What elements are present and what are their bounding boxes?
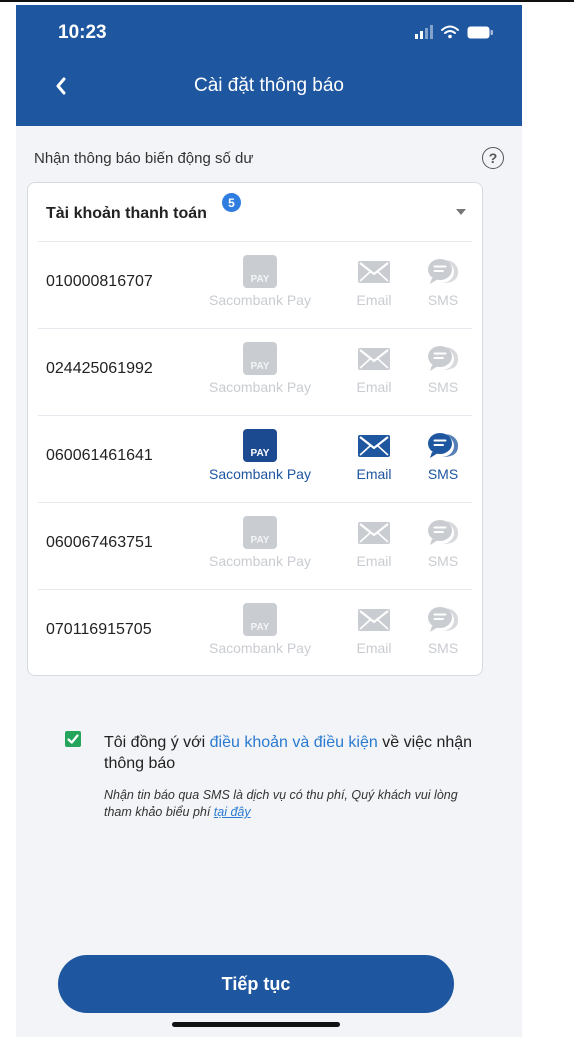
email-label: Email	[356, 292, 392, 308]
balance-notice-label: Nhận thông báo biến động số dư	[34, 149, 254, 167]
account-number: 060067463751	[46, 534, 153, 551]
sms-label: SMS	[427, 640, 459, 656]
caret-down-icon	[456, 209, 466, 215]
email-label: Email	[356, 466, 392, 482]
consent-text: Tôi đồng ý với điều khoản và điều kiện v…	[104, 732, 474, 774]
home-indicator	[172, 1022, 340, 1027]
account-number: 010000816707	[46, 273, 153, 290]
wifi-icon	[441, 25, 459, 39]
email-label: Email	[356, 379, 392, 395]
cellular-signal-icon	[415, 25, 433, 39]
account-number: 024425061992	[46, 360, 153, 377]
chat-bubble-icon	[428, 433, 459, 458]
account-number: 070116915705	[46, 621, 152, 638]
chat-bubble-icon	[428, 607, 459, 632]
sacombank-pay-toggle[interactable]: PAY Sacombank Pay	[202, 603, 318, 656]
sacombank-pay-icon: PAY	[243, 603, 277, 636]
sms-label: SMS	[427, 553, 459, 569]
mail-icon	[358, 522, 390, 544]
top-border	[0, 0, 574, 2]
mail-icon	[358, 261, 390, 283]
status-icons	[415, 25, 494, 39]
sacombank-pay-icon: PAY	[243, 516, 277, 549]
account-count-badge: 5	[222, 193, 241, 212]
email-toggle[interactable]: Email	[346, 603, 402, 656]
mail-icon	[358, 348, 390, 370]
app-header: 10:23 Cài đặt thông báo	[16, 5, 522, 126]
sacombank-pay-toggle[interactable]: PAY Sacombank Pay	[202, 255, 318, 308]
fee-schedule-link[interactable]: tại đây	[214, 805, 251, 819]
sms-fee-note: Nhận tin báo qua SMS là dịch vụ có thu p…	[104, 787, 484, 821]
sacombank-pay-icon: PAY	[243, 342, 277, 375]
sacombank-pay-label: Sacombank Pay	[209, 292, 311, 308]
account-group-header[interactable]: Tài khoản thanh toán 5	[28, 183, 482, 241]
account-row: 060061461641 PAY Sacombank Pay Email SMS	[28, 415, 482, 502]
continue-button[interactable]: Tiếp tục	[58, 955, 454, 1013]
consent-prefix: Tôi đồng ý với	[104, 734, 210, 751]
sms-toggle[interactable]: SMS	[418, 429, 468, 482]
terms-link[interactable]: điều khoản và điều kiện	[210, 734, 378, 751]
balance-notice-row: Nhận thông báo biến động số dư ?	[34, 146, 504, 170]
sms-toggle[interactable]: SMS	[418, 342, 468, 395]
sacombank-pay-toggle[interactable]: PAY Sacombank Pay	[202, 429, 318, 482]
checkmark-icon	[67, 734, 79, 744]
email-label: Email	[356, 553, 392, 569]
chat-bubble-icon	[428, 346, 459, 371]
chat-bubble-icon	[428, 520, 459, 545]
sms-label: SMS	[427, 292, 459, 308]
chat-bubble-icon	[428, 259, 459, 284]
account-group-title: Tài khoản thanh toán	[46, 205, 207, 222]
sacombank-pay-label: Sacombank Pay	[209, 466, 311, 482]
sms-label: SMS	[427, 379, 459, 395]
sacombank-pay-label: Sacombank Pay	[209, 640, 311, 656]
email-toggle[interactable]: Email	[346, 255, 402, 308]
battery-icon	[467, 26, 493, 38]
status-time: 10:23	[58, 22, 107, 43]
mail-icon	[358, 609, 390, 631]
email-label: Email	[356, 640, 392, 656]
sacombank-pay-toggle[interactable]: PAY Sacombank Pay	[202, 516, 318, 569]
sms-label: SMS	[427, 466, 459, 482]
sacombank-pay-label: Sacombank Pay	[209, 379, 311, 395]
email-toggle[interactable]: Email	[346, 429, 402, 482]
consent-checkbox[interactable]	[65, 731, 81, 747]
phone-screen: 10:23 Cài đặt thông báo Nhận thông báo b…	[16, 5, 522, 1037]
help-icon[interactable]: ?	[482, 147, 504, 169]
email-toggle[interactable]: Email	[346, 342, 402, 395]
sms-toggle[interactable]: SMS	[418, 516, 468, 569]
account-row: 060067463751 PAY Sacombank Pay Email SMS	[28, 502, 482, 589]
account-number: 060061461641	[46, 447, 153, 464]
sacombank-pay-icon: PAY	[243, 429, 277, 462]
email-toggle[interactable]: Email	[346, 516, 402, 569]
sms-fee-text: Nhận tin báo qua SMS là dịch vụ có thu p…	[104, 788, 458, 819]
sacombank-pay-icon: PAY	[243, 255, 277, 288]
sacombank-pay-label: Sacombank Pay	[209, 553, 311, 569]
account-row: 070116915705 PAY Sacombank Pay Email SMS	[28, 589, 482, 676]
account-row: 010000816707 PAY Sacombank Pay Email SMS	[28, 241, 482, 328]
account-list-card: Tài khoản thanh toán 5 010000816707 PAY Sa…	[27, 182, 483, 676]
sacombank-pay-toggle[interactable]: PAY Sacombank Pay	[202, 342, 318, 395]
sms-toggle[interactable]: SMS	[418, 255, 468, 308]
account-row: 024425061992 PAY Sacombank Pay Email SMS	[28, 328, 482, 415]
mail-icon	[358, 435, 390, 457]
page-title: Cài đặt thông báo	[193, 75, 344, 96]
sms-toggle[interactable]: SMS	[418, 603, 468, 656]
